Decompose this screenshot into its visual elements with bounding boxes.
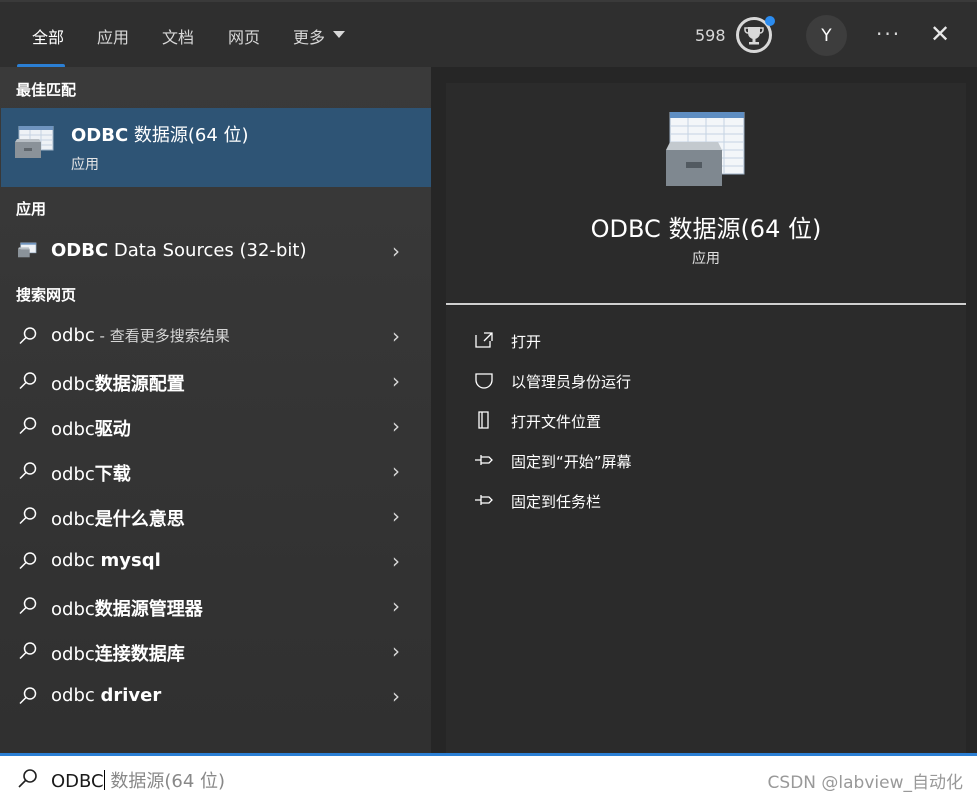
chevron-right-icon[interactable]: › [392, 369, 400, 393]
web-search-item[interactable]: odbc driver › [0, 674, 431, 718]
chevron-right-icon[interactable]: › [392, 549, 400, 573]
chevron-right-icon[interactable]: › [392, 324, 400, 348]
best-match-heading: 最佳匹配 [16, 81, 77, 99]
search-icon [18, 769, 37, 788]
shield-icon [475, 373, 493, 389]
best-match-title: ODBC 数据源(64 位) [71, 125, 249, 146]
web-search-item[interactable]: odbc下载 › [0, 449, 431, 493]
detail-subtitle: 应用 [692, 251, 720, 267]
web-search-label: odbc连接数据库 [51, 644, 185, 665]
search-icon [19, 597, 37, 615]
search-icon [19, 507, 37, 525]
web-search-label: odbc下载 [51, 464, 131, 485]
search-icon [19, 327, 37, 345]
search-icon [19, 417, 37, 435]
search-icon [19, 462, 37, 480]
odbc-toolbox-icon [15, 126, 54, 158]
chevron-down-icon[interactable] [333, 31, 345, 38]
chevron-right-icon[interactable]: › [392, 684, 400, 708]
web-search-heading: 搜索网页 [16, 286, 77, 304]
web-search-item[interactable]: odbc连接数据库 › [0, 629, 431, 673]
pin-icon [475, 495, 493, 505]
web-search-label: odbc - 查看更多搜索结果 [51, 325, 230, 346]
close-icon[interactable]: ✕ [930, 20, 950, 48]
web-search-item[interactable]: odbc mysql › [0, 539, 431, 583]
search-icon [19, 552, 37, 570]
web-search-label: odbc数据源管理器 [51, 599, 203, 620]
odbc-toolbox-icon [18, 242, 37, 258]
search-bar[interactable]: ODBC 数据源(64 位) CSDN @labview_自动化 [0, 753, 977, 798]
tab-documents[interactable]: 文档 [162, 24, 194, 48]
open-icon [475, 332, 493, 348]
notification-dot [765, 16, 775, 26]
folder-location-icon [478, 411, 489, 429]
app-item-odbc-32[interactable]: ODBC Data Sources (32-bit) › [0, 229, 431, 273]
web-search-item[interactable]: odbc - 查看更多搜索结果 › [0, 314, 431, 358]
chevron-right-icon[interactable]: › [392, 414, 400, 438]
tab-apps[interactable]: 应用 [97, 24, 129, 48]
divider [446, 303, 966, 305]
search-icon [19, 687, 37, 705]
avatar[interactable]: Y [806, 15, 847, 56]
web-search-item[interactable]: odbc驱动 › [0, 404, 431, 448]
watermark: CSDN @labview_自动化 [767, 773, 963, 793]
web-search-item[interactable]: odbc是什么意思 › [0, 494, 431, 538]
apps-heading: 应用 [16, 200, 47, 218]
search-icon [19, 642, 37, 660]
web-search-label: odbc mysql [51, 550, 161, 571]
chevron-right-icon[interactable]: › [392, 639, 400, 663]
tab-all[interactable]: 全部 [32, 24, 64, 48]
tab-web[interactable]: 网页 [228, 24, 260, 48]
search-icon [19, 372, 37, 390]
ellipsis-icon[interactable]: ··· [876, 22, 901, 46]
chevron-right-icon[interactable]: › [392, 239, 400, 263]
web-search-label: odbc驱动 [51, 419, 131, 440]
odbc-toolbox-icon [666, 112, 745, 186]
pin-icon [475, 455, 493, 465]
best-match-type: 应用 [71, 157, 99, 173]
detail-title: ODBC 数据源(64 位) [590, 215, 822, 243]
chevron-right-icon[interactable]: › [392, 594, 400, 618]
web-search-label: odbc是什么意思 [51, 509, 185, 530]
app-item-label: ODBC Data Sources (32-bit) [51, 240, 307, 261]
rewards-points: 598 [695, 26, 726, 45]
web-search-label: odbc driver [51, 685, 162, 706]
web-search-label: odbc数据源配置 [51, 374, 185, 395]
chevron-right-icon[interactable]: › [392, 504, 400, 528]
search-input[interactable]: ODBC 数据源(64 位) [51, 767, 225, 793]
tab-more[interactable]: 更多 [293, 24, 325, 48]
best-match-item[interactable] [1, 108, 431, 187]
top-bar: 全部 应用 文档 网页 更多 598 Y ··· ✕ [0, 0, 977, 68]
chevron-right-icon[interactable]: › [392, 459, 400, 483]
web-search-item[interactable]: odbc数据源管理器 › [0, 584, 431, 628]
web-search-item[interactable]: odbc数据源配置 › [0, 359, 431, 403]
